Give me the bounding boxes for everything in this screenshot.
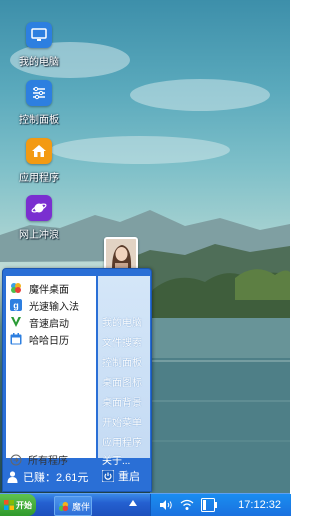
- g-keyboard-icon: g: [10, 299, 22, 311]
- house-icon: [26, 138, 52, 164]
- start-menu-footer: 已赚：2.61元 重启: [3, 461, 151, 491]
- desktop-icon-label: 我的电脑: [19, 57, 59, 68]
- menu-link-file-search[interactable]: 文件搜索: [102, 334, 142, 349]
- menu-link-desktop-icons[interactable]: 桌面图标: [102, 374, 142, 389]
- taskbar-app-label: 魔伴: [72, 501, 91, 512]
- start-menu-programs-pane: 魔伴桌面 g 光速输入法 音速启动 哈哈日历 所有程序: [6, 276, 96, 467]
- desktop-icon-web-surf[interactable]: 网上冲浪: [12, 195, 66, 241]
- menu-item-haha-calendar[interactable]: 哈哈日历: [10, 331, 69, 347]
- pinwheel-icon: [10, 282, 22, 294]
- windows-logo-icon: [4, 500, 14, 510]
- desktop-icon-label: 应用程序: [19, 173, 59, 184]
- desktop-icon-applications[interactable]: 应用程序: [12, 138, 66, 184]
- tray-expand-arrow-icon[interactable]: [129, 500, 137, 506]
- menu-link-start-menu[interactable]: 开始菜单: [102, 414, 142, 429]
- start-menu: 魔伴桌面 g 光速输入法 音速启动 哈哈日历 所有程序 我的电脑 文件搜索 控制…: [2, 268, 152, 492]
- sliders-icon: [26, 80, 52, 106]
- menu-item-sonic-launch[interactable]: 音速启动: [10, 314, 69, 330]
- desktop-icon-label: 网上冲浪: [19, 230, 59, 241]
- desktop-icon-label: 控制面板: [19, 115, 59, 126]
- start-menu-links-pane: 我的电脑 文件搜索 控制面板 桌面图标 桌面背景 开始菜单 应用程序 关于...: [98, 276, 150, 467]
- menu-link-control-panel[interactable]: 控制面板: [102, 354, 142, 369]
- menu-link-desktop-background[interactable]: 桌面背景: [102, 394, 142, 409]
- menu-item-speed-input[interactable]: g 光速输入法: [10, 297, 79, 313]
- menu-item-label: 哈哈日历: [29, 335, 69, 347]
- svg-text:g: g: [13, 301, 19, 311]
- menu-item-label: 音速启动: [29, 318, 69, 330]
- menu-item-label: 魔伴桌面: [29, 284, 69, 296]
- start-label: 开始: [16, 500, 32, 510]
- start-button[interactable]: 开始: [0, 494, 36, 516]
- planet-icon: [26, 195, 52, 221]
- taskbar: 开始 魔伴 17:12:32: [0, 493, 291, 516]
- menu-item-label: 光速输入法: [29, 301, 79, 313]
- user-icon: [7, 471, 18, 483]
- battery-icon[interactable]: [201, 498, 217, 512]
- calendar-icon: [10, 333, 22, 345]
- system-tray: 17:12:32: [129, 494, 291, 516]
- earned-status: 已赚：2.61元: [7, 469, 88, 485]
- volume-icon[interactable]: [159, 499, 173, 511]
- menu-link-my-computer[interactable]: 我的电脑: [102, 314, 142, 329]
- desktop-icon-my-computer[interactable]: 我的电脑: [12, 22, 66, 68]
- user-avatar[interactable]: [104, 237, 138, 271]
- menu-item-moban-desktop[interactable]: 魔伴桌面: [10, 280, 69, 296]
- power-icon: [102, 470, 114, 482]
- taskbar-app-moban[interactable]: 魔伴: [54, 496, 92, 516]
- earned-label: 已赚：2.61元: [23, 472, 89, 484]
- desktop-icon-control-panel[interactable]: 控制面板: [12, 80, 66, 126]
- pinwheel-icon: [58, 501, 69, 512]
- restart-label: 重启: [118, 471, 140, 483]
- clock: 17:12:32: [238, 499, 281, 511]
- monitor-icon: [26, 22, 52, 48]
- menu-link-applications[interactable]: 应用程序: [102, 434, 142, 449]
- wifi-icon[interactable]: [180, 499, 194, 511]
- v-launch-icon: [10, 316, 22, 328]
- restart-button[interactable]: 重启: [102, 468, 140, 484]
